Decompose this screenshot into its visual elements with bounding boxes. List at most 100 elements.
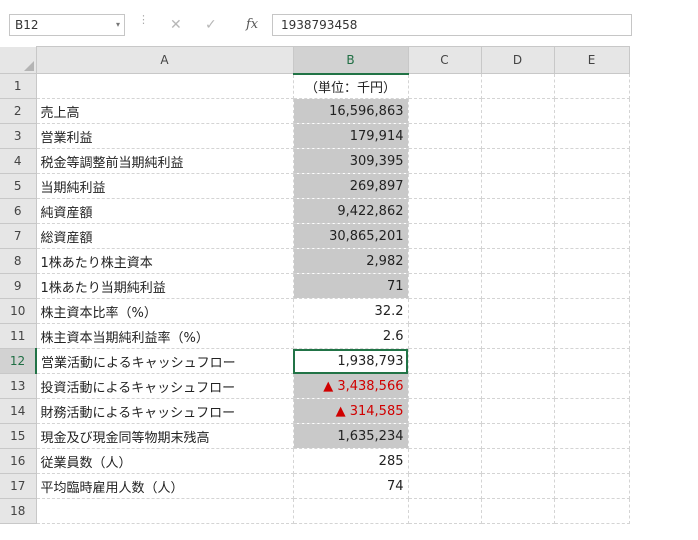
cell-b[interactable]: 16,596,863 bbox=[293, 98, 409, 124]
cell-e[interactable] bbox=[554, 98, 630, 124]
column-header-e[interactable]: E bbox=[554, 46, 630, 74]
cell-d[interactable] bbox=[481, 173, 555, 199]
cell-d[interactable] bbox=[481, 223, 555, 249]
cell-b[interactable]: （単位：千円） bbox=[293, 73, 409, 99]
cell-c[interactable] bbox=[408, 348, 482, 374]
cell-a[interactable]: 総資産額 bbox=[36, 223, 294, 249]
cell-b[interactable]: 1,635,234 bbox=[293, 423, 409, 449]
cell-c[interactable] bbox=[408, 73, 482, 99]
name-box[interactable]: B12 ▾ bbox=[9, 14, 125, 36]
cell-d[interactable] bbox=[481, 323, 555, 349]
row-header[interactable]: 13 bbox=[0, 373, 37, 399]
cell-a[interactable]: 株主資本比率（%） bbox=[36, 298, 294, 324]
cell-e[interactable] bbox=[554, 348, 630, 374]
row-header[interactable]: 7 bbox=[0, 223, 37, 249]
row-header[interactable]: 6 bbox=[0, 198, 37, 224]
cell-c[interactable] bbox=[408, 298, 482, 324]
cell-d[interactable] bbox=[481, 148, 555, 174]
cell-e[interactable] bbox=[554, 273, 630, 299]
column-header-c[interactable]: C bbox=[408, 46, 482, 74]
cell-a[interactable]: 1株あたり株主資本 bbox=[36, 248, 294, 274]
row-header[interactable]: 16 bbox=[0, 448, 37, 474]
cell-c[interactable] bbox=[408, 373, 482, 399]
row-header[interactable]: 10 bbox=[0, 298, 37, 324]
row-header[interactable]: 2 bbox=[0, 98, 37, 124]
cell-e[interactable] bbox=[554, 323, 630, 349]
cell-a[interactable]: 従業員数（人） bbox=[36, 448, 294, 474]
cell-a[interactable]: 株主資本当期純利益率（%） bbox=[36, 323, 294, 349]
cell-a[interactable]: 財務活動によるキャッシュフロー bbox=[36, 398, 294, 424]
cell-e[interactable] bbox=[554, 198, 630, 224]
row-header[interactable]: 5 bbox=[0, 173, 37, 199]
cell-e[interactable] bbox=[554, 248, 630, 274]
cell-b[interactable]: ▲ 314,585 bbox=[293, 398, 409, 424]
select-all-button[interactable] bbox=[0, 46, 37, 74]
cell-a[interactable]: 税金等調整前当期純利益 bbox=[36, 148, 294, 174]
cell-c[interactable] bbox=[408, 98, 482, 124]
cell-e[interactable] bbox=[554, 148, 630, 174]
cell-d[interactable] bbox=[481, 448, 555, 474]
cell-d[interactable] bbox=[481, 198, 555, 224]
cell-c[interactable] bbox=[408, 148, 482, 174]
insert-function-icon[interactable]: fx bbox=[246, 15, 258, 35]
cell-e[interactable] bbox=[554, 423, 630, 449]
cell-d[interactable] bbox=[481, 373, 555, 399]
cell-c[interactable] bbox=[408, 273, 482, 299]
cell-e[interactable] bbox=[554, 448, 630, 474]
cell-e[interactable] bbox=[554, 73, 630, 99]
cell-b[interactable]: 285 bbox=[293, 448, 409, 474]
cell-d[interactable] bbox=[481, 298, 555, 324]
cell-c[interactable] bbox=[408, 448, 482, 474]
cell-a[interactable] bbox=[36, 498, 294, 524]
row-header[interactable]: 14 bbox=[0, 398, 37, 424]
cell-a[interactable]: 1株あたり当期純利益 bbox=[36, 273, 294, 299]
cell-d[interactable] bbox=[481, 498, 555, 524]
cell-b[interactable]: 269,897 bbox=[293, 173, 409, 199]
active-cell[interactable]: 1,938,793 bbox=[293, 348, 409, 374]
cell-c[interactable] bbox=[408, 398, 482, 424]
cell-e[interactable] bbox=[554, 398, 630, 424]
cell-d[interactable] bbox=[481, 423, 555, 449]
cell-c[interactable] bbox=[408, 123, 482, 149]
cell-a[interactable]: 営業活動によるキャッシュフロー bbox=[36, 348, 294, 374]
cell-c[interactable] bbox=[408, 198, 482, 224]
column-header-d[interactable]: D bbox=[481, 46, 555, 74]
cancel-icon[interactable]: ✕ bbox=[170, 15, 182, 35]
cell-e[interactable] bbox=[554, 123, 630, 149]
cell-e[interactable] bbox=[554, 498, 630, 524]
cell-d[interactable] bbox=[481, 98, 555, 124]
cell-b[interactable]: 32.2 bbox=[293, 298, 409, 324]
cell-a[interactable]: 売上高 bbox=[36, 98, 294, 124]
cell-e[interactable] bbox=[554, 298, 630, 324]
cell-b[interactable]: 71 bbox=[293, 273, 409, 299]
cell-b[interactable]: 74 bbox=[293, 473, 409, 499]
column-header-b[interactable]: B bbox=[293, 46, 409, 75]
cell-c[interactable] bbox=[408, 323, 482, 349]
cell-c[interactable] bbox=[408, 473, 482, 499]
cell-e[interactable] bbox=[554, 173, 630, 199]
cell-c[interactable] bbox=[408, 223, 482, 249]
cell-d[interactable] bbox=[481, 473, 555, 499]
cell-c[interactable] bbox=[408, 173, 482, 199]
cell-b[interactable] bbox=[293, 498, 409, 524]
cell-d[interactable] bbox=[481, 73, 555, 99]
column-header-a[interactable]: A bbox=[36, 46, 294, 74]
cell-b[interactable]: 30,865,201 bbox=[293, 223, 409, 249]
cell-a[interactable]: 投資活動によるキャッシュフロー bbox=[36, 373, 294, 399]
row-header[interactable]: 18 bbox=[0, 498, 37, 524]
cell-b[interactable]: 9,422,862 bbox=[293, 198, 409, 224]
cell-a[interactable]: 現金及び現金同等物期末残高 bbox=[36, 423, 294, 449]
cell-b[interactable]: ▲ 3,438,566 bbox=[293, 373, 409, 399]
cell-e[interactable] bbox=[554, 223, 630, 249]
cell-c[interactable] bbox=[408, 248, 482, 274]
cell-d[interactable] bbox=[481, 348, 555, 374]
cell-b[interactable]: 179,914 bbox=[293, 123, 409, 149]
cell-a[interactable]: 営業利益 bbox=[36, 123, 294, 149]
row-header[interactable]: 4 bbox=[0, 148, 37, 174]
row-header[interactable]: 1 bbox=[0, 73, 37, 99]
chevron-down-icon[interactable]: ▾ bbox=[116, 15, 120, 35]
enter-icon[interactable]: ✓ bbox=[205, 15, 217, 35]
cell-e[interactable] bbox=[554, 373, 630, 399]
cell-e[interactable] bbox=[554, 473, 630, 499]
cell-d[interactable] bbox=[481, 398, 555, 424]
